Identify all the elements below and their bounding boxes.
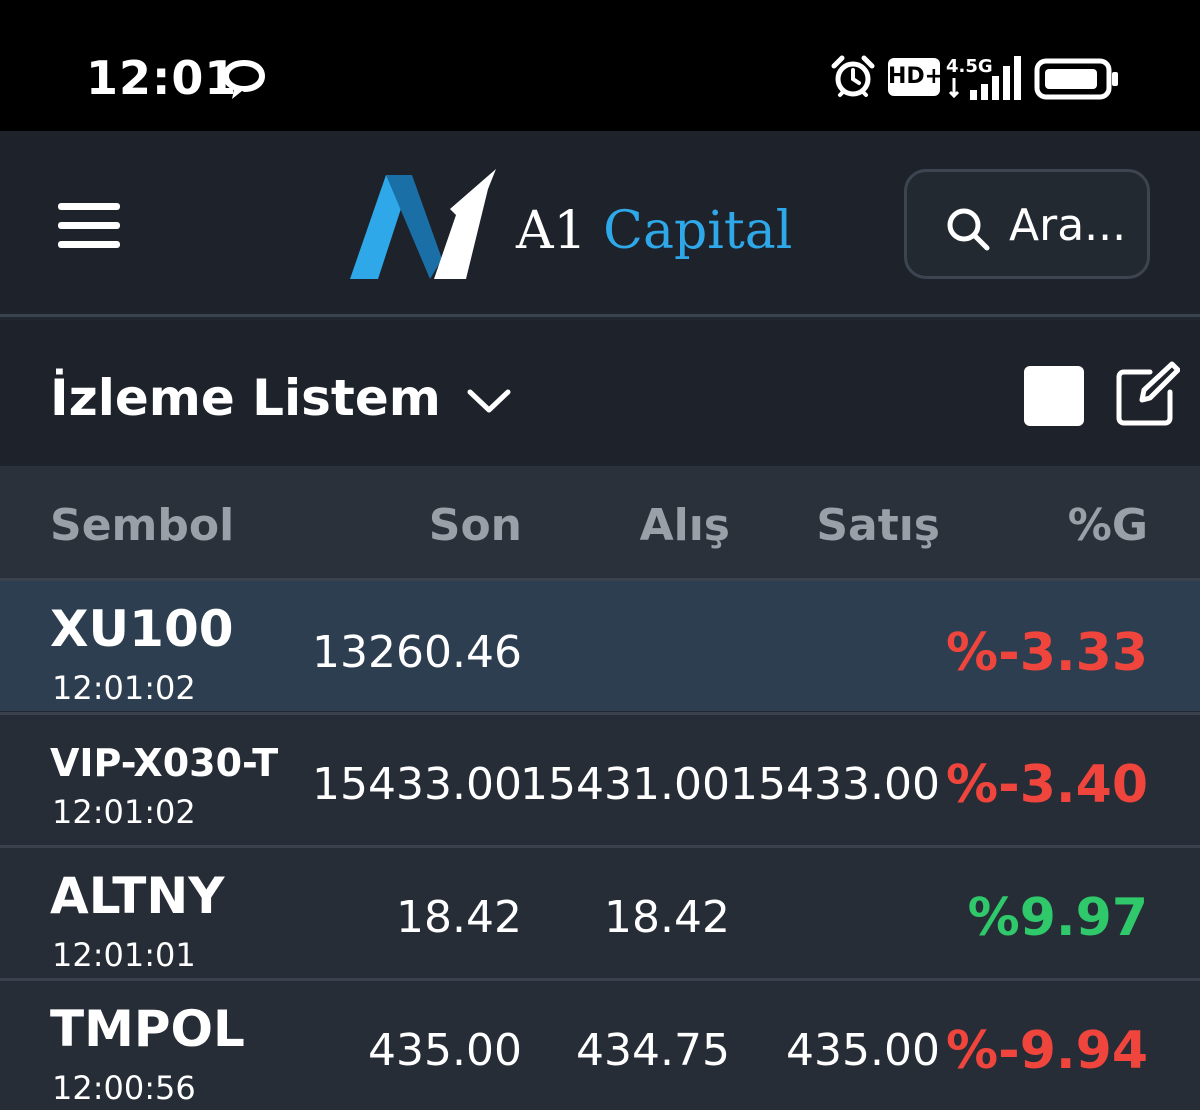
logo-a1-text: A1 bbox=[516, 201, 587, 261]
hamburger-menu-icon[interactable] bbox=[58, 203, 122, 249]
row-alis: 434.75 bbox=[576, 1025, 730, 1076]
logo-text: A1 Capital bbox=[516, 201, 792, 261]
row-time: 12:00:56 bbox=[52, 1069, 196, 1107]
search-icon bbox=[947, 208, 990, 251]
row-son: 13260.46 bbox=[312, 627, 522, 678]
logo-capital-text: Capital bbox=[603, 201, 793, 261]
watchlist-title[interactable]: İzleme Listem bbox=[50, 368, 441, 428]
table-row[interactable]: VIP-X030-T 12:01:02 15433.00 15431.00 15… bbox=[0, 712, 1200, 845]
status-bar: 12:01 HD+ 4.5G bbox=[0, 0, 1200, 131]
row-time: 12:01:02 bbox=[52, 793, 196, 831]
a1-logo-mark bbox=[350, 169, 496, 279]
row-son: 18.42 bbox=[396, 892, 522, 943]
watchlist-bar: İzleme Listem bbox=[0, 320, 1200, 466]
hd-badge: HD+ bbox=[888, 58, 943, 96]
row-change: %-9.94 bbox=[946, 1021, 1148, 1081]
chat-bubble-icon bbox=[223, 60, 265, 99]
row-change: %9.97 bbox=[967, 888, 1148, 948]
status-time: 12:01 bbox=[86, 51, 238, 105]
column-header-sembol[interactable]: Sembol bbox=[50, 500, 234, 552]
row-symbol: TMPOL bbox=[50, 1000, 245, 1058]
row-change: %-3.33 bbox=[946, 623, 1148, 683]
edit-icon[interactable] bbox=[1114, 360, 1180, 428]
row-satis: 435.00 bbox=[786, 1025, 940, 1076]
a1-capital-logo: A1 Capital bbox=[350, 167, 792, 283]
square-icon[interactable] bbox=[1024, 366, 1084, 426]
row-alis: 18.42 bbox=[604, 892, 730, 943]
row-time: 12:01:01 bbox=[52, 936, 196, 974]
column-header-satis[interactable]: Satış bbox=[816, 500, 940, 552]
alarm-icon bbox=[831, 55, 875, 97]
row-symbol: ALTNY bbox=[50, 867, 225, 925]
table-header: Sembol Son Alış Satış %G bbox=[0, 466, 1200, 578]
row-alis: 15431.00 bbox=[520, 759, 730, 810]
row-son: 15433.00 bbox=[312, 759, 522, 810]
table-row[interactable]: ALTNY 12:01:01 18.42 18.42 %9.97 bbox=[0, 845, 1200, 978]
column-header-alis[interactable]: Alış bbox=[640, 500, 730, 552]
battery-icon bbox=[1034, 58, 1118, 100]
column-header-son[interactable]: Son bbox=[429, 500, 522, 552]
row-son: 435.00 bbox=[368, 1025, 522, 1076]
row-change: %-3.40 bbox=[946, 755, 1148, 815]
table-row[interactable]: XU100 12:01:02 13260.46 %-3.33 bbox=[0, 578, 1200, 711]
column-header-change[interactable]: %G bbox=[1068, 500, 1148, 552]
signal-icon: 4.5G bbox=[946, 56, 1021, 100]
row-satis: 15433.00 bbox=[730, 759, 940, 810]
search-label: Ara... bbox=[1009, 200, 1127, 251]
row-symbol: VIP-X030-T bbox=[50, 741, 279, 785]
row-symbol: XU100 bbox=[50, 600, 234, 658]
network-label: 4.5G bbox=[946, 56, 993, 77]
search-button[interactable]: Ara... bbox=[904, 169, 1150, 279]
chevron-down-icon[interactable] bbox=[466, 386, 512, 416]
row-time: 12:01:02 bbox=[52, 669, 196, 707]
table-row[interactable]: TMPOL 12:00:56 435.00 434.75 435.00 %-9.… bbox=[0, 978, 1200, 1110]
app-header: A1 Capital Ara... bbox=[0, 131, 1200, 317]
